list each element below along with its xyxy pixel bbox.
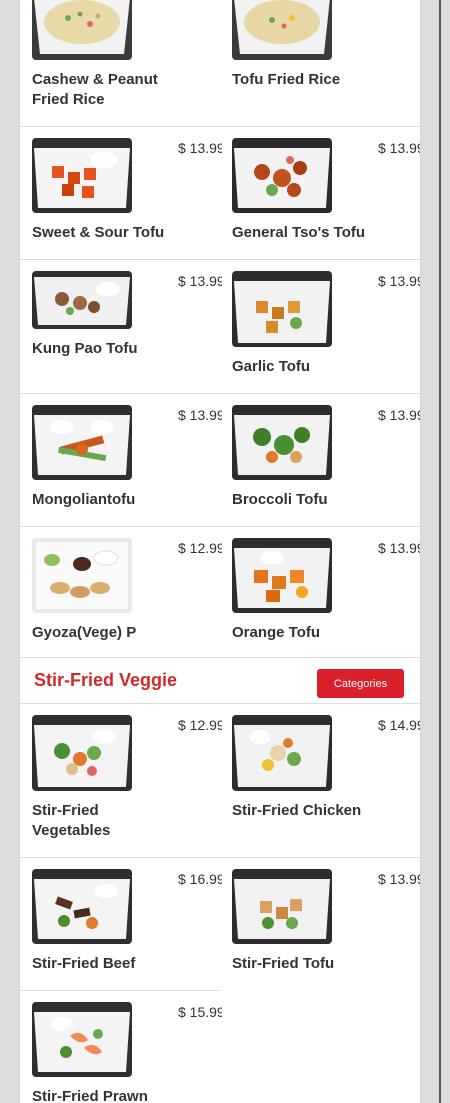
menu-row: $ 12.99 Gyoza(Vege) Plate $ 13.99 Orange…	[20, 527, 420, 657]
item-name: Orange Tofu	[232, 624, 321, 641]
dish-photo	[232, 271, 332, 347]
dish-photo	[32, 405, 132, 480]
item-name: Gyoza(Vege) Plate	[32, 624, 136, 641]
item-price: $ 13.99	[178, 140, 222, 156]
menu-item-kung-pao-tofu[interactable]: $ 13.99 Kung Pao Tofu	[20, 260, 222, 393]
item-price: $ 12.99	[178, 717, 222, 733]
dish-photo	[232, 869, 332, 944]
menu-item-stir-fried-prawn[interactable]: $ 15.99 Stir-Fried Prawn	[20, 991, 222, 1103]
item-price: $ 12.99	[178, 540, 222, 556]
item-price: $ 13.99	[378, 273, 421, 289]
scrollbar-edge	[439, 0, 441, 1103]
menu-item-broccoli-tofu[interactable]: $ 13.99 Broccoli Tofu	[220, 394, 420, 526]
menu-row: $ 12.99 Stir-Fried Vegetables $ 14.99 St…	[20, 704, 420, 858]
item-name: Tofu Fried Rice	[232, 71, 341, 88]
section-header: Stir-Fried Veggie Categories	[20, 657, 420, 704]
menu-item-stir-fried-tofu[interactable]: $ 13.99 Stir-Fried Tofu	[220, 858, 420, 991]
dish-photo	[32, 1002, 132, 1077]
dish-photo	[232, 538, 332, 613]
menu-row: $ 13.99 Mongoliantofu $ 13.99 Broccoli T…	[20, 394, 420, 527]
menu-item-orange-tofu[interactable]: $ 13.99 Orange Tofu	[220, 527, 420, 657]
categories-button[interactable]: Categories	[317, 669, 404, 698]
item-name: Mongoliantofu	[32, 491, 136, 508]
dish-photo	[232, 138, 332, 213]
menu-page: Cashew & Peanut Fried Rice Tofu Fried Ri…	[19, 0, 421, 1103]
item-name: Stir-Fried Beef	[32, 955, 136, 972]
item-name: Garlic Tofu	[232, 358, 311, 375]
menu-item-cashew-peanut-fried-rice[interactable]: Cashew & Peanut Fried Rice	[20, 0, 220, 126]
menu-item-general-tsos-tofu[interactable]: $ 13.99 General Tso's Tofu	[220, 127, 420, 259]
item-name: Stir-Fried Vegetables	[32, 802, 111, 839]
dish-photo	[32, 0, 132, 60]
item-name: General Tso's Tofu	[232, 224, 366, 241]
menu-row: $ 13.99 Sweet & Sour Tofu $ 13.99 Genera…	[20, 127, 420, 260]
dish-photo	[32, 538, 132, 613]
item-name: Cashew & Peanut Fried Rice	[32, 71, 158, 108]
section-title: Stir-Fried Veggie	[34, 670, 178, 690]
menu-item-gyoza-vege-plate[interactable]: $ 12.99 Gyoza(Vege) Plate	[20, 527, 222, 657]
menu-row: $ 15.99 Stir-Fried Prawn	[20, 991, 222, 1103]
dish-photo	[32, 138, 132, 213]
item-price: $ 16.99	[178, 871, 222, 887]
menu-item-tofu-fried-rice[interactable]: Tofu Fried Rice	[220, 0, 420, 126]
item-price: $ 14.99	[378, 717, 421, 733]
menu-row: $ 16.99 Stir-Fried Beef	[20, 858, 222, 991]
dish-photo	[32, 869, 132, 944]
item-price: $ 13.99	[378, 407, 421, 423]
dish-photo	[32, 271, 132, 329]
menu-row: $ 13.99 Kung Pao Tofu $ 13.99 Garlic Tof…	[20, 260, 420, 394]
item-name: Stir-Fried Chicken	[232, 802, 362, 819]
item-price: $ 13.99	[378, 140, 421, 156]
item-name: Sweet & Sour Tofu	[32, 224, 165, 241]
item-name: Kung Pao Tofu	[32, 340, 138, 357]
item-name: Broccoli Tofu	[232, 491, 328, 508]
item-price: $ 13.99	[378, 540, 421, 556]
item-price: $ 13.99	[378, 871, 421, 887]
menu-item-mongolian-tofu[interactable]: $ 13.99 Mongoliantofu	[20, 394, 222, 526]
item-price: $ 15.99	[178, 1004, 222, 1020]
dish-photo	[232, 0, 332, 60]
menu-item-garlic-tofu[interactable]: $ 13.99 Garlic Tofu	[220, 260, 420, 393]
item-price: $ 13.99	[178, 273, 222, 289]
dish-photo	[32, 715, 132, 791]
menu-item-stir-fried-vegetables[interactable]: $ 12.99 Stir-Fried Vegetables	[20, 704, 222, 857]
item-name: Stir-Fried Tofu	[232, 955, 335, 972]
dish-photo	[232, 405, 332, 480]
menu-item-sweet-sour-tofu[interactable]: $ 13.99 Sweet & Sour Tofu	[20, 127, 222, 259]
dish-photo	[232, 715, 332, 791]
menu-item-stir-fried-chicken[interactable]: $ 14.99 Stir-Fried Chicken	[220, 704, 420, 857]
item-price: $ 13.99	[178, 407, 222, 423]
item-name: Stir-Fried Prawn	[32, 1088, 148, 1103]
menu-row: Cashew & Peanut Fried Rice Tofu Fried Ri…	[20, 0, 420, 127]
menu-item-stir-fried-beef[interactable]: $ 16.99 Stir-Fried Beef	[20, 858, 222, 990]
